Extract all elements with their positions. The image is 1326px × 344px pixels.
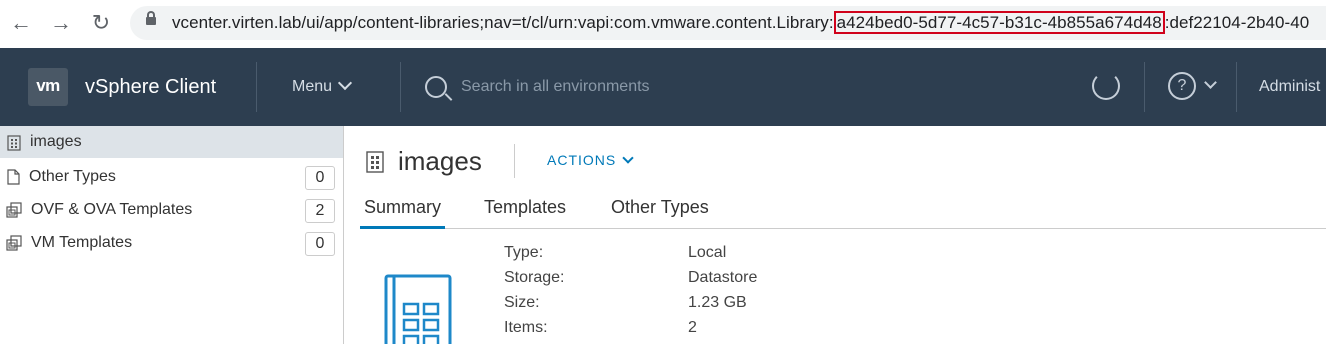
page-title: images bbox=[398, 146, 482, 176]
tab-other-types[interactable]: Other Types bbox=[611, 197, 709, 218]
vmware-logo[interactable]: vm bbox=[28, 68, 68, 106]
url-highlighted-library-id: a424bed0-5d77-4c57-b31c-4b855a674d48 bbox=[833, 11, 1165, 34]
header-divider bbox=[1236, 62, 1237, 112]
app-header: vm vSphere Client Menu Search in all env… bbox=[0, 48, 1326, 126]
actions-dropdown[interactable]: ACTIONS bbox=[547, 152, 634, 168]
address-bar[interactable]: vcenter.virten.lab/ui/app/content-librar… bbox=[130, 6, 1326, 40]
actions-label: ACTIONS bbox=[547, 152, 617, 168]
content-library-large-icon bbox=[384, 274, 452, 344]
browser-toolbar: ← → ↻ vcenter.virten.lab/ui/app/content-… bbox=[0, 0, 1326, 49]
tab-bar: Summary Templates Other Types bbox=[360, 186, 1326, 229]
app-title[interactable]: vSphere Client bbox=[85, 76, 216, 99]
tree-item-other-types[interactable]: Other Types 0 bbox=[0, 161, 343, 193]
help-icon[interactable]: ? bbox=[1168, 72, 1196, 100]
header-divider bbox=[256, 62, 257, 112]
summary-label-type: Type: bbox=[504, 244, 544, 261]
summary-value-size: 1.23 GB bbox=[688, 294, 747, 311]
tab-summary[interactable]: Summary bbox=[360, 197, 446, 229]
header-divider bbox=[400, 62, 401, 112]
menu-button[interactable]: Menu bbox=[292, 75, 353, 96]
url-prefix: vcenter.virten.lab/ui/app/content-librar… bbox=[172, 13, 834, 32]
chevron-down-icon bbox=[622, 152, 634, 164]
chevron-down-icon bbox=[337, 75, 353, 91]
tree-item-label: VM Templates bbox=[31, 234, 133, 251]
back-arrow-icon[interactable]: ← bbox=[8, 10, 34, 36]
title-divider bbox=[514, 144, 515, 178]
summary-value-storage[interactable]: Datastore bbox=[688, 269, 757, 287]
tree-root-label: images bbox=[30, 133, 82, 150]
summary-label-size: Size: bbox=[504, 294, 540, 311]
item-count-badge: 0 bbox=[305, 166, 335, 190]
lock-icon bbox=[146, 11, 156, 25]
tree-item-vm-templates[interactable]: VM Templates 0 bbox=[0, 227, 343, 259]
url-text: vcenter.virten.lab/ui/app/content-librar… bbox=[172, 11, 1310, 34]
summary-value-items: 2 bbox=[688, 319, 697, 336]
content-library-icon bbox=[366, 151, 384, 173]
vm-template-icon bbox=[6, 235, 22, 251]
content-library-icon bbox=[7, 135, 21, 151]
summary-value-type: Local bbox=[688, 244, 727, 261]
summary-label-items: Items: bbox=[504, 319, 548, 336]
tree-item-label: Other Types bbox=[29, 168, 116, 185]
global-search-input[interactable]: Search in all environments bbox=[461, 78, 650, 96]
url-suffix: :def22104-2b40-40 bbox=[1164, 13, 1310, 32]
item-count-badge: 2 bbox=[305, 199, 335, 223]
summary-label-storage: Storage: bbox=[504, 269, 565, 286]
tree-item-images[interactable]: images bbox=[0, 126, 343, 158]
search-icon[interactable] bbox=[425, 76, 447, 98]
item-count-badge: 0 bbox=[305, 232, 335, 256]
ovf-template-icon bbox=[6, 202, 22, 218]
refresh-icon[interactable] bbox=[1092, 72, 1120, 100]
tree-item-ovf-ova-templates[interactable]: OVF & OVA Templates 2 bbox=[0, 194, 343, 226]
forward-arrow-icon[interactable]: → bbox=[48, 10, 74, 36]
navigator-tree: images Other Types 0 OVF & OVA Templates… bbox=[0, 126, 344, 344]
menu-label: Menu bbox=[292, 78, 333, 95]
user-menu[interactable]: Administ bbox=[1259, 78, 1320, 96]
chevron-down-icon[interactable] bbox=[1204, 76, 1217, 89]
tab-templates[interactable]: Templates bbox=[484, 197, 566, 218]
tree-item-label: OVF & OVA Templates bbox=[31, 201, 193, 218]
reload-icon[interactable]: ↻ bbox=[88, 10, 114, 36]
header-divider bbox=[1144, 62, 1145, 112]
file-icon bbox=[7, 169, 20, 185]
content-panel: images ACTIONS Summary Templates Other T… bbox=[344, 126, 1326, 344]
